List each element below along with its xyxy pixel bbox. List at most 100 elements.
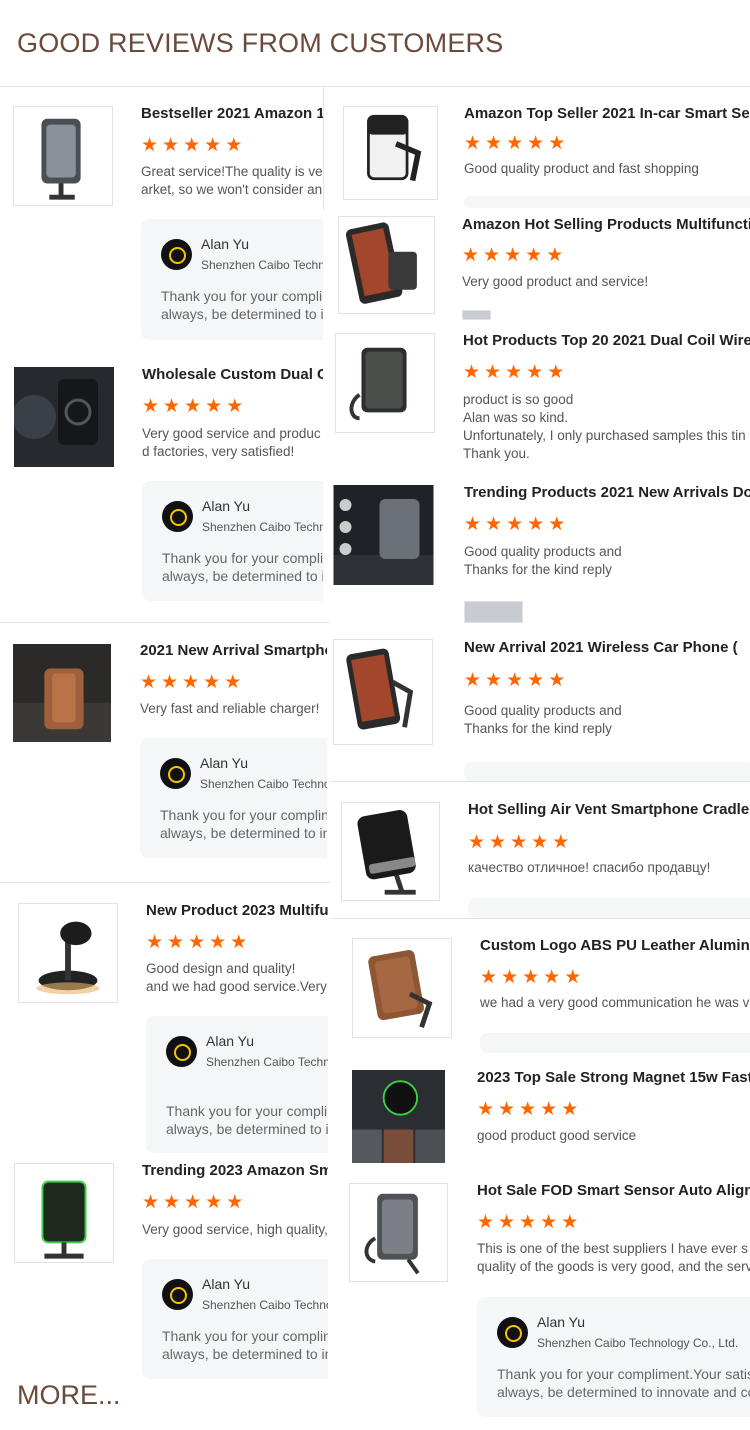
star-icon: ★ <box>477 1211 495 1233</box>
review-text: This is one of the best suppliers I have… <box>477 1241 750 1274</box>
product-thumbnail[interactable] <box>333 639 433 745</box>
review-text: Great service!The quality is ve arket, s… <box>141 164 323 197</box>
product-title[interactable]: Wholesale Custom Dual C <box>142 366 323 383</box>
star-icon: ★ <box>225 134 243 156</box>
supplier-reply: Alan Yu Shenzhen Caibo Technol Thank you… <box>142 481 323 601</box>
star-icon: ★ <box>464 669 482 691</box>
star-icon: ★ <box>548 132 566 154</box>
star-icon: ★ <box>484 361 502 383</box>
product-thumbnail[interactable] <box>341 802 440 901</box>
rating-stars: ★ ★ ★ ★ ★ <box>142 397 247 416</box>
star-icon: ★ <box>167 931 185 953</box>
avatar <box>166 1036 197 1067</box>
star-icon: ★ <box>226 1191 244 1213</box>
product-thumbnail[interactable] <box>335 333 435 433</box>
product-thumbnail[interactable] <box>343 106 438 200</box>
product-title[interactable]: Bestseller 2021 Amazon 1 <box>141 105 323 122</box>
star-icon: ★ <box>519 1211 537 1233</box>
more-link[interactable]: MORE... <box>17 1380 121 1411</box>
rating-stars: ★ ★ ★ ★ ★ <box>468 833 573 852</box>
star-icon: ★ <box>188 931 206 953</box>
reply-text: Thank you for your complir always, be de… <box>166 1103 328 1137</box>
product-thumbnail[interactable] <box>338 216 435 314</box>
star-icon: ★ <box>146 931 164 953</box>
star-icon: ★ <box>230 931 248 953</box>
star-icon: ★ <box>205 395 223 417</box>
product-thumbnail[interactable] <box>352 938 452 1038</box>
review-photo[interactable] <box>464 601 523 623</box>
product-thumbnail[interactable] <box>349 1070 448 1163</box>
rating-stars: ★ ★ ★ ★ ★ <box>464 671 569 690</box>
review-text: Good quality products and Thanks for the… <box>464 703 622 736</box>
product-thumbnail[interactable] <box>18 903 118 1003</box>
product-thumbnail[interactable] <box>349 1183 448 1282</box>
star-icon: ★ <box>561 1098 579 1120</box>
star-icon: ★ <box>525 244 543 266</box>
product-title[interactable]: 2021 New Arrival Smartpho <box>140 642 327 659</box>
review-card[interactable]: Bestseller 2021 Amazon 1 ★ ★ ★ ★ ★ Great ser… <box>0 87 323 622</box>
supplier-reply <box>464 196 750 208</box>
review-card[interactable]: Custom Logo ABS PU Leather Aluminu ★ ★ ★ ★ ★… <box>330 919 750 1419</box>
review-photo[interactable] <box>462 310 491 320</box>
product-thumbnail[interactable] <box>14 1163 114 1263</box>
star-icon: ★ <box>546 244 564 266</box>
product-thumbnail[interactable] <box>13 106 113 206</box>
product-thumbnail[interactable] <box>333 485 434 585</box>
review-card[interactable]: New Product 2023 Multifu ★ ★ ★ ★ ★ Good desi… <box>0 883 328 1383</box>
review-text: Good quality products and Thanks for the… <box>464 544 622 577</box>
star-icon: ★ <box>501 966 519 988</box>
review-card[interactable]: 2021 New Arrival Smartpho ★ ★ ★ ★ ★ Very fas… <box>0 623 327 882</box>
product-thumbnail[interactable] <box>14 367 114 467</box>
review-text: Good design and quality! and we had good… <box>146 961 327 994</box>
rating-stars: ★ ★ ★ ★ ★ <box>464 134 569 153</box>
supplier-reply: Alan Yu Shenzhen Caibo Techno Thank you … <box>146 1016 328 1153</box>
rating-stars: ★ ★ ★ ★ ★ <box>477 1213 582 1232</box>
star-icon: ★ <box>527 669 545 691</box>
review-text: Very good service, high quality, <box>142 1222 328 1237</box>
star-icon: ★ <box>161 671 179 693</box>
supplier-reply: Alan Yu Shenzhen Caibo Techno' Thank you… <box>140 738 327 858</box>
star-icon: ★ <box>485 669 503 691</box>
star-icon: ★ <box>142 395 160 417</box>
star-icon: ★ <box>527 132 545 154</box>
supplier-company: Shenzhen Caibo Technol <box>202 520 323 534</box>
product-title[interactable]: Hot Products Top 20 2021 Dual Coil Wirel <box>463 332 750 349</box>
page-title: GOOD REVIEWS FROM CUSTOMERS <box>17 28 504 58</box>
supplier-reply <box>480 1033 750 1053</box>
supplier-company: Shenzhen Caibo Techno' <box>200 777 327 791</box>
star-icon: ★ <box>205 1191 223 1213</box>
review-card[interactable]: Hot Selling Air Vent Smartphone Cradle (… <box>330 782 750 918</box>
product-title[interactable]: Hot Selling Air Vent Smartphone Cradle ( <box>468 801 750 818</box>
star-icon: ★ <box>498 1211 516 1233</box>
star-icon: ★ <box>224 671 242 693</box>
review-card[interactable]: Amazon Top Seller 2021 In-car Smart Sens… <box>330 87 750 781</box>
product-title[interactable]: Trending Products 2021 New Arrivals Do <box>464 484 750 501</box>
rating-stars: ★ ★ ★ ★ ★ <box>141 136 246 155</box>
star-icon: ★ <box>463 361 481 383</box>
product-title[interactable]: Custom Logo ABS PU Leather Aluminu <box>480 937 750 954</box>
supplier-reply: Alan Yu Shenzhen Caibo Techno Thank you … <box>141 219 323 340</box>
product-thumbnail[interactable] <box>12 644 112 742</box>
product-title[interactable]: Amazon Hot Selling Products Multifunctio <box>462 216 750 233</box>
product-title[interactable]: New Product 2023 Multifu <box>146 902 328 919</box>
star-icon: ★ <box>184 395 202 417</box>
product-title[interactable]: Trending 2023 Amazon Sm <box>142 1162 328 1179</box>
rating-stars: ★ ★ ★ ★ ★ <box>477 1100 582 1119</box>
product-title[interactable]: Hot Sale FOD Smart Sensor Auto Alignr <box>477 1182 750 1199</box>
supplier-name: Alan Yu <box>200 755 249 771</box>
product-title[interactable]: 2023 Top Sale Strong Magnet 15w Fast <box>477 1069 750 1086</box>
product-title[interactable]: Amazon Top Seller 2021 In-car Smart Sens… <box>464 105 750 122</box>
product-title[interactable]: New Arrival 2021 Wireless Car Phone ( <box>464 639 738 656</box>
rating-stars: ★ ★ ★ ★ ★ <box>480 968 585 987</box>
supplier-name: Alan Yu <box>206 1033 255 1049</box>
rating-stars: ★ ★ ★ ★ ★ <box>463 363 568 382</box>
review-text: Very fast and reliable charger! <box>140 701 320 716</box>
star-icon: ★ <box>564 966 582 988</box>
reply-text: Thank you for your complin always, be de… <box>162 1328 328 1362</box>
supplier-company: Shenzhen Caibo Technol <box>202 1298 328 1312</box>
avatar <box>161 239 192 270</box>
star-icon: ★ <box>462 244 480 266</box>
star-icon: ★ <box>204 134 222 156</box>
avatar <box>160 758 191 789</box>
star-icon: ★ <box>163 1191 181 1213</box>
